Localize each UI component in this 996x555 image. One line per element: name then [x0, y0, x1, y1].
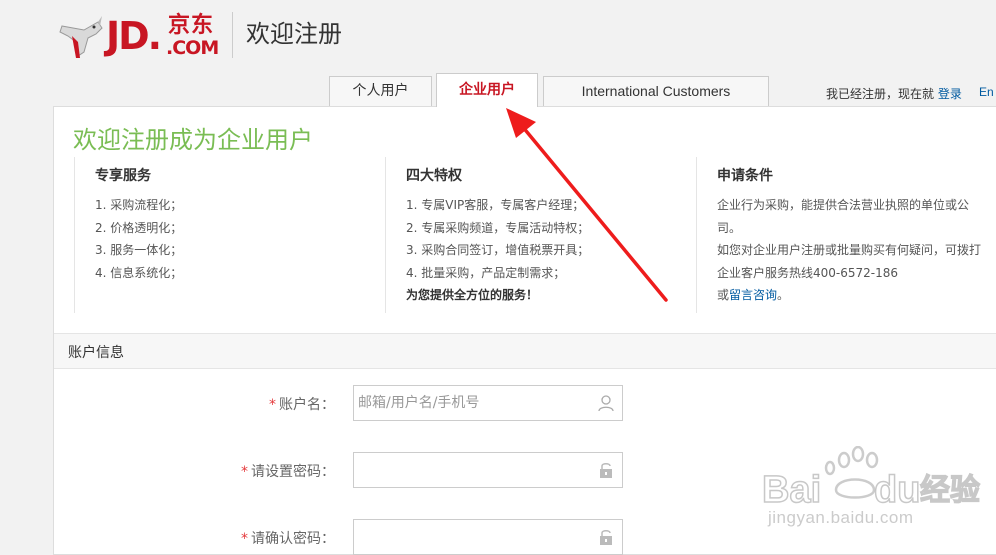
required-marker: * — [241, 464, 248, 480]
page-title: 欢迎注册 — [246, 20, 342, 48]
login-hint: 我已经注册，现在就 登录 — [826, 85, 962, 102]
requirement-line: 如您对企业用户注册或批量购买有何疑问，可拨打 — [717, 243, 982, 257]
watermark-url: jingyan.baidu.com — [768, 508, 914, 527]
privileges-column: 四大特权 1. 专属VIP客服，专属客户经理； 2. 专属采购频道，专属活动特权… — [385, 157, 697, 313]
jd-logo[interactable]: JD. 京东 .COM — [58, 12, 220, 60]
list-item: 2. 价格透明化； — [95, 220, 183, 235]
panel-title: 欢迎注册成为企业用户 — [73, 126, 313, 154]
column-heading: 四大特权 — [406, 168, 462, 184]
requirement-line: 司。 — [717, 220, 742, 235]
suffix-text: 。 — [777, 288, 790, 302]
confirm-password-input[interactable] — [353, 519, 623, 555]
confirm-password-label: * 请确认密码： — [241, 528, 335, 548]
column-heading: 申请条件 — [717, 168, 773, 184]
requirement-line: 企业行为采购，能提供合法营业执照的单位或公 — [717, 198, 970, 212]
list-item: 4. 信息系统化； — [95, 265, 183, 280]
login-link[interactable]: 登录 — [938, 87, 962, 101]
english-link[interactable]: En — [979, 85, 994, 99]
list-item: 1. 采购流程化； — [95, 198, 183, 212]
password-label-text: 请设置密码： — [251, 464, 335, 480]
prefix-text: 或 — [717, 288, 730, 302]
lock-icon — [600, 530, 612, 545]
logo-jd-text: JD. — [106, 14, 162, 58]
user-icon — [598, 395, 614, 412]
password-label: * 请设置密码： — [241, 461, 335, 481]
account-info-section: 账户信息 — [54, 333, 996, 369]
list-item: 3. 采购合同签订，增值税票开具； — [406, 243, 590, 257]
username-row: * 账户名： — [54, 385, 996, 421]
requirement-line: 或留言咨询。 — [717, 284, 996, 307]
username-input[interactable] — [353, 385, 623, 421]
section-label: 账户信息 — [68, 345, 124, 361]
login-hint-text: 我已经注册，现在就 — [826, 87, 935, 101]
confirm-password-label-text: 请确认密码： — [251, 531, 335, 547]
list-item: 2. 专属采购频道，专属活动特权； — [406, 220, 590, 235]
baidu-jingyan-watermark: Bai du 经验 jingyan.baidu.com — [761, 445, 988, 538]
watermark-jingyan-text: 经验 — [920, 473, 980, 508]
list-item: 3. 服务一体化； — [95, 243, 183, 257]
logo-chinese-text: 京东 — [168, 13, 215, 38]
required-marker: * — [269, 397, 276, 413]
username-label: * 账户名： — [269, 394, 335, 414]
tab-enterprise-user[interactable]: 企业用户 — [436, 73, 538, 107]
privileges-footer: 为您提供全方位的服务！ — [406, 288, 539, 302]
list-item: 1. 专属VIP客服，专属客户经理； — [406, 198, 585, 212]
column-heading: 专享服务 — [95, 168, 151, 184]
watermark-brand2-text: du — [874, 469, 920, 508]
watermark-brand-text: Bai — [762, 469, 821, 508]
leave-message-link[interactable]: 留言咨询 — [729, 288, 777, 302]
password-input[interactable] — [353, 452, 623, 488]
requirements-column: 申请条件 企业行为采购，能提供合法营业执照的单位或公 司。 如您对企业用户注册或… — [696, 157, 996, 313]
baidu-paw-icon: Bai du 经验 — [761, 445, 981, 512]
logo-com-text: .COM — [166, 37, 219, 59]
jd-dog-mascot-icon — [59, 16, 103, 58]
tab-international-customers[interactable]: International Customers — [543, 76, 769, 106]
header-divider — [232, 12, 233, 58]
exclusive-services-column: 专享服务 1. 采购流程化； 2. 价格透明化； 3. 服务一体化； 4. 信息… — [74, 157, 386, 313]
tab-personal-user[interactable]: 个人用户 — [329, 76, 432, 106]
required-marker: * — [241, 531, 248, 547]
list-item: 4. 批量采购，产品定制需求； — [406, 265, 566, 280]
requirement-line: 企业客户服务热线400-6572-186 — [717, 265, 899, 280]
lock-icon — [600, 463, 612, 478]
username-label-text: 账户名： — [279, 397, 335, 413]
